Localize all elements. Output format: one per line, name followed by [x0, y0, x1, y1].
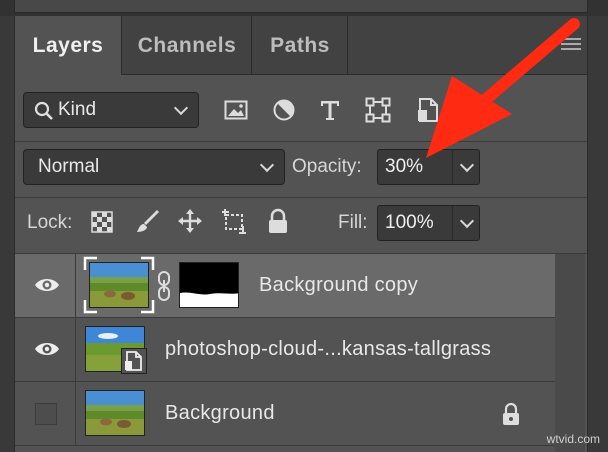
watermark: wtvid.com	[546, 432, 600, 446]
red-arrow-annotation	[426, 18, 580, 158]
